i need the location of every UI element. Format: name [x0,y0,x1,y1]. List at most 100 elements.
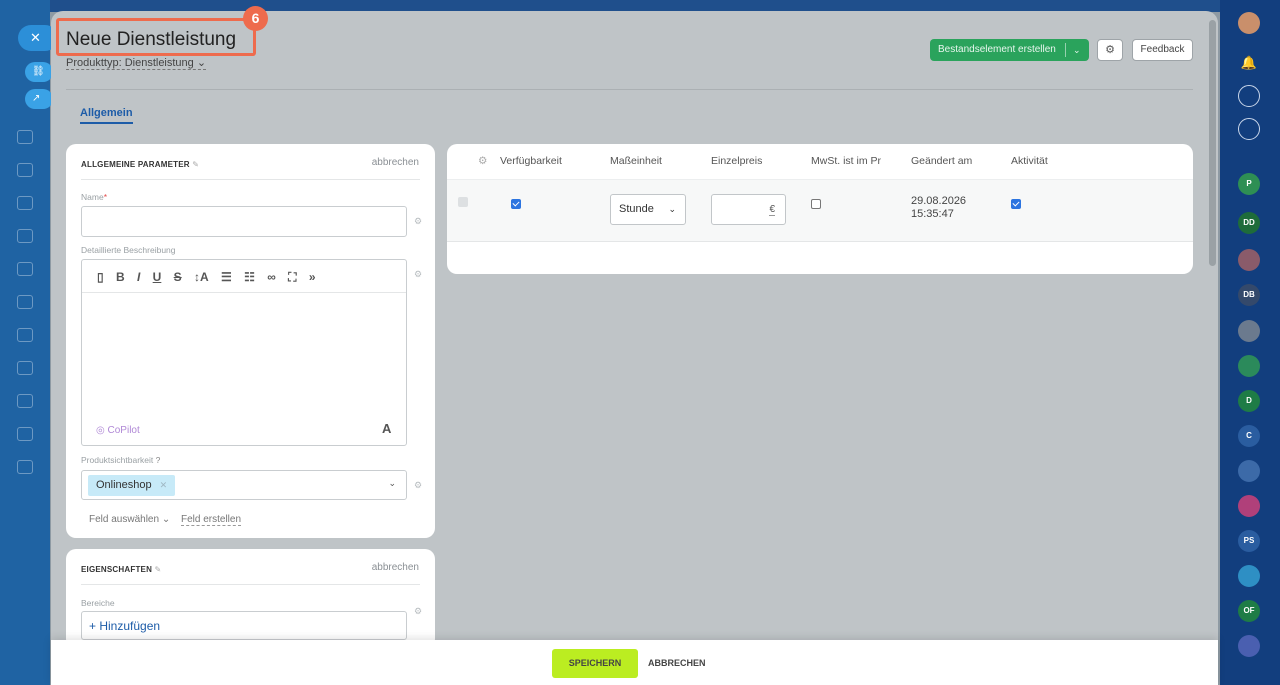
areas-label: Bereiche [81,598,115,608]
pencil-icon[interactable]: ✎ [192,160,199,169]
currency-label[interactable]: € [769,204,775,216]
italic-icon[interactable]: I [137,270,140,284]
font-size-icon[interactable]: ↕A [194,270,209,284]
visibility-label: Produktsichtbarkeit ? [81,455,160,465]
underline-icon[interactable]: U [153,270,162,284]
calendar-icon[interactable] [17,229,33,243]
link-icon[interactable]: ∞ [267,270,276,284]
visibility-select[interactable]: Onlineshop ✕ ⌄ [81,470,407,500]
chevron-down-icon[interactable]: ⌄ [1073,39,1081,61]
product-type-label: Produkttyp: Dienstleistung [66,57,194,69]
strikethrough-icon[interactable]: S [174,270,182,284]
button-divider [1065,43,1066,57]
mail-icon[interactable] [17,361,33,375]
vat-included-checkbox[interactable] [811,199,821,209]
chip-label: Onlineshop [96,479,152,491]
check-icon[interactable] [17,328,33,342]
bold-icon[interactable]: B [116,270,125,284]
avatar-dd[interactable]: DD [1238,212,1260,234]
unit-select[interactable]: Stunde ⌄ [610,194,686,225]
block-format-icon[interactable]: ▯ [97,270,104,284]
chat-icon[interactable] [17,196,33,210]
field-gear-icon[interactable]: ⚙ [414,216,422,227]
header-divider [66,89,1193,90]
create-stock-item-button[interactable]: Bestandselement erstellen ⌄ [930,39,1089,61]
avatar-red[interactable] [1238,249,1260,271]
field-gear-icon[interactable]: ⚙ [414,480,422,491]
name-input[interactable] [81,206,407,237]
avatar-c[interactable]: C [1238,425,1260,447]
properties-card: EIGENSCHAFTEN ✎ abbrechen Bereiche + Hin… [66,549,435,649]
description-editor[interactable]: ▯ B I U S ↕A ☰ ☷ ∞ ⛶ » ◎ CoPilot A [81,259,407,446]
tab-general[interactable]: Allgemein [80,107,133,124]
avatar-group[interactable] [1238,460,1260,482]
remove-chip-icon[interactable]: ✕ [160,480,168,490]
unit-value: Stunde [619,203,654,215]
more-icon[interactable]: » [309,270,316,284]
col-changed[interactable]: Geändert am [911,155,972,167]
copilot-icon: ◎ [96,425,105,436]
avatar-chat[interactable] [1238,565,1260,587]
user-avatar[interactable] [1238,12,1260,34]
card-divider [81,584,420,585]
search-icon[interactable] [1238,118,1260,140]
settings-gear-button[interactable]: ⚙ [1097,39,1123,61]
card-divider [81,179,420,180]
avatar-db[interactable]: DB [1238,284,1260,306]
field-gear-icon[interactable]: ⚙ [414,606,422,617]
avatar-photo[interactable] [1238,320,1260,342]
save-button[interactable]: SPEICHERN [552,649,638,678]
tasks-icon[interactable] [17,163,33,177]
feedback-button[interactable]: Feedback [1132,39,1193,61]
text-format-button[interactable]: A [382,421,391,436]
visibility-label-text: Produktsichtbarkeit [81,455,154,465]
select-field-link[interactable]: Feld auswählen [89,514,159,525]
sites-icon[interactable] [17,394,33,408]
bullet-list-icon[interactable]: ☷ [244,270,255,284]
copilot-button[interactable]: ◎ CoPilot [96,425,140,436]
avatar-card[interactable] [1238,355,1260,377]
avatar-ps[interactable]: PS [1238,530,1260,552]
avatar-p[interactable]: P [1238,173,1260,195]
create-stock-item-label: Bestandselement erstellen [938,44,1056,55]
cart-icon[interactable] [17,460,33,474]
cancel-button[interactable]: ABBRECHEN [648,649,706,678]
col-price[interactable]: Einzelpreis [711,155,762,167]
sign-icon[interactable] [17,427,33,441]
row-select-checkbox[interactable] [458,197,468,207]
col-availability[interactable]: Verfügbarkeit [500,155,562,167]
col-active[interactable]: Aktivität [1011,155,1048,167]
price-input[interactable]: € [711,194,786,225]
link-icon[interactable]: ⛓ [25,62,53,82]
crm-icon[interactable] [17,295,33,309]
grid-settings-gear-icon[interactable]: ⚙ [478,155,487,167]
chevron-down-icon[interactable]: ⌄ [388,478,396,489]
availability-checkbox[interactable] [511,199,521,209]
avatar-calendar[interactable] [1238,495,1260,517]
active-checkbox[interactable] [1011,199,1021,209]
card-heading: ALLGEMEINE PARAMETER ✎ [81,160,199,169]
copilot-icon[interactable] [1238,85,1260,107]
menu-icon[interactable] [17,130,33,144]
name-label-text: Name [81,192,104,202]
col-unit[interactable]: Maßeinheit [610,155,662,167]
field-gear-icon[interactable]: ⚙ [414,269,422,280]
numbered-list-icon[interactable]: ☰ [221,270,232,284]
avatar-d[interactable]: D [1238,390,1260,412]
create-field-link[interactable]: Feld erstellen [181,514,242,526]
add-area-button[interactable]: + Hinzufügen [89,619,160,633]
properties-cancel-link[interactable]: abbrechen [372,562,419,573]
col-vat[interactable]: MwSt. ist im Pr [811,155,889,167]
open-new-window-icon[interactable]: ↗ [25,89,53,109]
help-icon[interactable]: ? [156,455,161,465]
scrollbar[interactable] [1209,20,1216,266]
fullscreen-icon[interactable]: ⛶ [288,270,296,285]
avatar-of[interactable]: OF [1238,600,1260,622]
drive-icon[interactable] [17,262,33,276]
product-type-selector[interactable]: Produkttyp: Dienstleistung ⌄ [66,56,207,70]
pencil-icon[interactable]: ✎ [155,565,162,574]
bell-icon[interactable]: 🔔 [1238,52,1260,74]
changed-time-value: 15:35:47 [911,208,954,220]
general-params-cancel-link[interactable]: abbrechen [372,157,419,168]
avatar-copilot[interactable] [1238,635,1260,657]
